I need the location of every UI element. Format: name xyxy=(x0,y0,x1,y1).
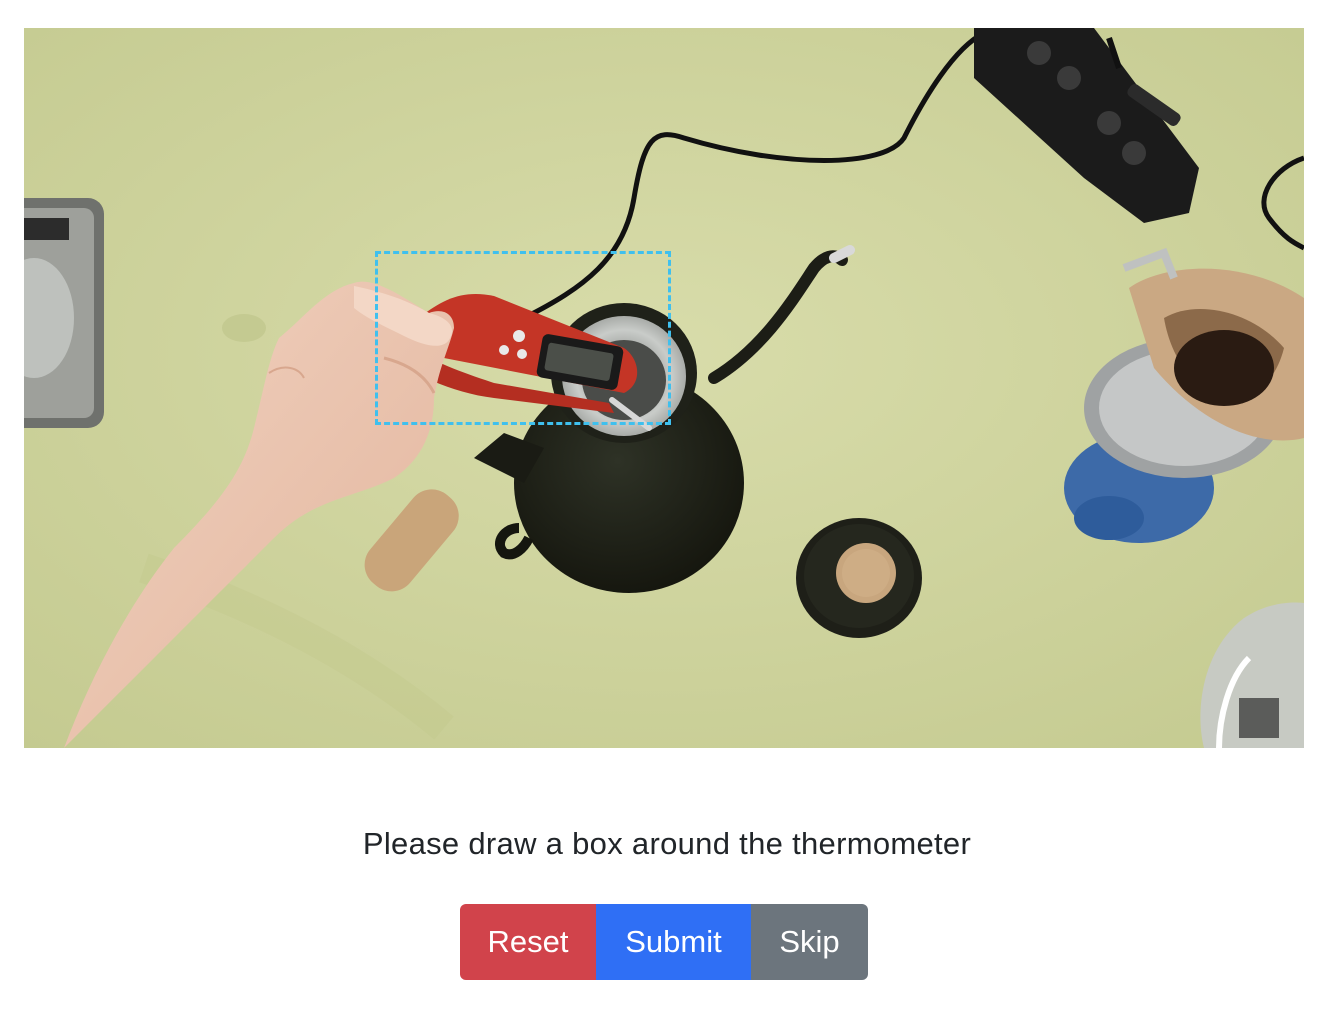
annotation-canvas[interactable] xyxy=(24,28,1304,748)
submit-button[interactable]: Submit xyxy=(596,904,751,980)
kitchen-scale xyxy=(24,198,104,428)
annotation-page: Please draw a box around the thermometer… xyxy=(0,0,1334,1014)
reset-button[interactable]: Reset xyxy=(460,904,596,980)
action-button-group: Reset Submit Skip xyxy=(460,904,868,980)
scene-photo xyxy=(24,28,1304,748)
skip-button[interactable]: Skip xyxy=(751,904,868,980)
kettle-lid xyxy=(796,518,922,638)
task-prompt: Please draw a box around the thermometer xyxy=(362,826,972,861)
